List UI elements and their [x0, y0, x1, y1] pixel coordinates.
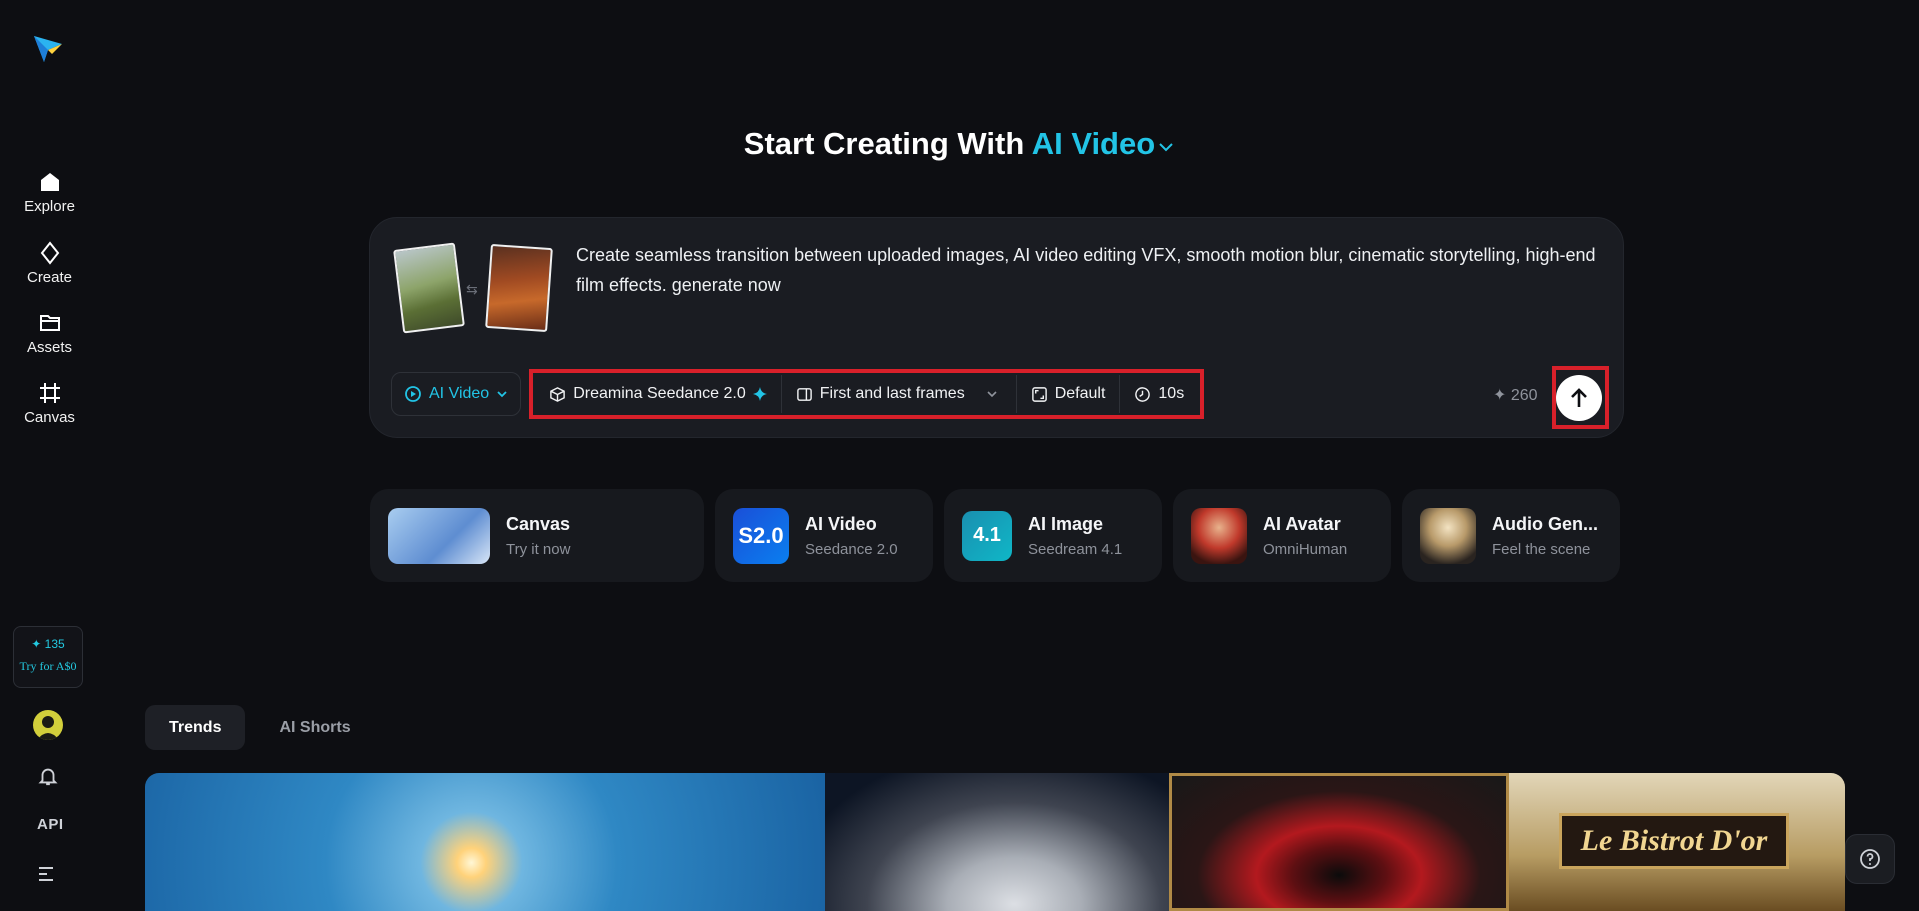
gallery-tabs: Trends AI Shorts: [145, 705, 375, 750]
feature-card-ai-image[interactable]: 4.1 AI Image Seedream 4.1: [944, 489, 1162, 582]
frames-selector[interactable]: First and last frames: [782, 375, 1017, 413]
ratio-label: Default: [1054, 385, 1106, 402]
badge-text: 4.1: [973, 524, 1001, 546]
help-button[interactable]: [1845, 834, 1895, 884]
diamond-icon: [40, 241, 59, 265]
highlighted-settings-group: Dreamina Seedance 2.0 First and last fra…: [529, 369, 1205, 419]
model-selector[interactable]: Dreamina Seedance 2.0: [535, 375, 782, 413]
prompt-input[interactable]: Create seamless transition between uploa…: [576, 240, 1596, 300]
gallery-item-bistro[interactable]: Le Bistrot D'or: [1509, 773, 1845, 911]
frames-icon: [796, 387, 812, 401]
pegasus-image: [388, 507, 490, 564]
feature-title: Canvas: [506, 513, 571, 534]
feature-subtitle: OmniHuman: [1263, 540, 1348, 558]
chevron-down-icon: [497, 391, 507, 398]
sidebar-item-label: Canvas: [24, 409, 75, 426]
try-label: Try for A$0: [19, 659, 77, 673]
tab-trends[interactable]: Trends: [145, 705, 246, 750]
home-icon: [40, 173, 59, 191]
model-label: Dreamina Seedance 2.0: [573, 385, 746, 402]
last-frame-thumbnail[interactable]: [485, 243, 553, 333]
menu-icon[interactable]: [38, 866, 56, 887]
feature-title: AI Video: [805, 513, 877, 534]
sidebar-item-explore[interactable]: Explore: [0, 170, 99, 216]
feature-title: Audio Gen...: [1492, 513, 1598, 534]
first-frame-thumbnail[interactable]: [393, 242, 465, 334]
sparkle-icon: ✦: [1493, 387, 1507, 404]
cost-value: 260: [1510, 387, 1538, 404]
feature-card-ai-video[interactable]: S2.0 AI Video Seedance 2.0: [715, 489, 933, 582]
sidebar-item-label: Create: [26, 269, 73, 286]
duration-selector[interactable]: 10s: [1120, 375, 1198, 413]
credits-count: ✦ 135: [31, 637, 65, 651]
chevron-down-icon: [1159, 143, 1173, 152]
gallery-item-portal[interactable]: [1169, 773, 1509, 911]
feature-cards: Canvas Try it now S2.0 AI Video Seedance…: [370, 489, 1620, 582]
generation-toolbar: AI Video Dreamina Seedance 2.0 First and…: [391, 369, 1205, 419]
feature-card-ai-avatar[interactable]: AI Avatar OmniHuman: [1173, 489, 1391, 582]
avatar-character-image: [1191, 507, 1247, 564]
frame-icon: [39, 383, 60, 403]
mode-label: AI Video: [429, 385, 490, 402]
help-icon: [1860, 849, 1880, 869]
sidebar-item-canvas[interactable]: Canvas: [0, 381, 99, 427]
gallery-item-portrait[interactable]: [825, 773, 1169, 911]
duration-label: 10s: [1158, 385, 1185, 402]
trends-gallery: Le Bistrot D'or: [145, 773, 1845, 911]
sidebar-item-label: Explore: [24, 198, 75, 215]
clock-icon: [1135, 386, 1151, 402]
bell-icon[interactable]: [37, 765, 59, 792]
frames-label: First and last frames: [819, 385, 965, 402]
swap-icon[interactable]: ⇆: [466, 281, 478, 298]
title-prefix: Start Creating With: [743, 126, 1025, 161]
avatar[interactable]: [33, 710, 63, 740]
aspect-ratio-icon: [1031, 386, 1047, 402]
sidebar-item-create[interactable]: Create: [0, 241, 99, 287]
video-sparkle-icon: [405, 386, 421, 402]
chevron-down-icon: [987, 391, 997, 398]
feature-card-audio-gen[interactable]: Audio Gen... Feel the scene: [1402, 489, 1620, 582]
feature-subtitle: Seedream 4.1: [1028, 540, 1123, 558]
api-link[interactable]: API: [37, 816, 64, 833]
feature-subtitle: Try it now: [506, 540, 571, 558]
sidebar-item-label: Assets: [26, 339, 72, 356]
sidebar-item-assets[interactable]: Assets: [0, 311, 99, 357]
feature-subtitle: Seedance 2.0: [805, 540, 898, 558]
mode-dropdown[interactable]: AI Video: [1032, 126, 1175, 161]
dreamina-logo[interactable]: [30, 30, 66, 66]
sparkle-icon: [752, 387, 767, 401]
credits-promo-button[interactable]: ✦ 135 Try for A$0: [13, 626, 83, 688]
microphone-image: [1420, 507, 1476, 564]
generate-button[interactable]: [1556, 375, 1602, 421]
credit-cost: ✦ 260: [1493, 385, 1538, 405]
mode-dropdown-label: AI Video: [1031, 126, 1156, 161]
bistro-sign: Le Bistrot D'or: [1559, 813, 1789, 869]
page-title: Start Creating With AI Video: [0, 126, 1919, 162]
tab-ai-shorts[interactable]: AI Shorts: [255, 705, 374, 750]
seedream-icon: 4.1: [962, 510, 1012, 561]
feature-card-canvas[interactable]: Canvas Try it now: [370, 489, 704, 582]
cube-icon: [550, 386, 566, 402]
gallery-item-starburst[interactable]: [145, 773, 825, 911]
feature-title: AI Avatar: [1263, 513, 1341, 534]
aspect-ratio-selector[interactable]: Default: [1017, 375, 1121, 413]
mode-selector[interactable]: AI Video: [391, 372, 522, 416]
feature-title: AI Image: [1028, 513, 1104, 534]
prompt-card: ⇆ Create seamless transition between upl…: [369, 217, 1624, 438]
seedance-icon: S2.0: [733, 507, 789, 564]
arrow-up-icon: [1571, 388, 1587, 407]
badge-text: S2.0: [738, 522, 784, 548]
feature-subtitle: Feel the scene: [1492, 540, 1591, 558]
folder-icon: [39, 315, 60, 331]
